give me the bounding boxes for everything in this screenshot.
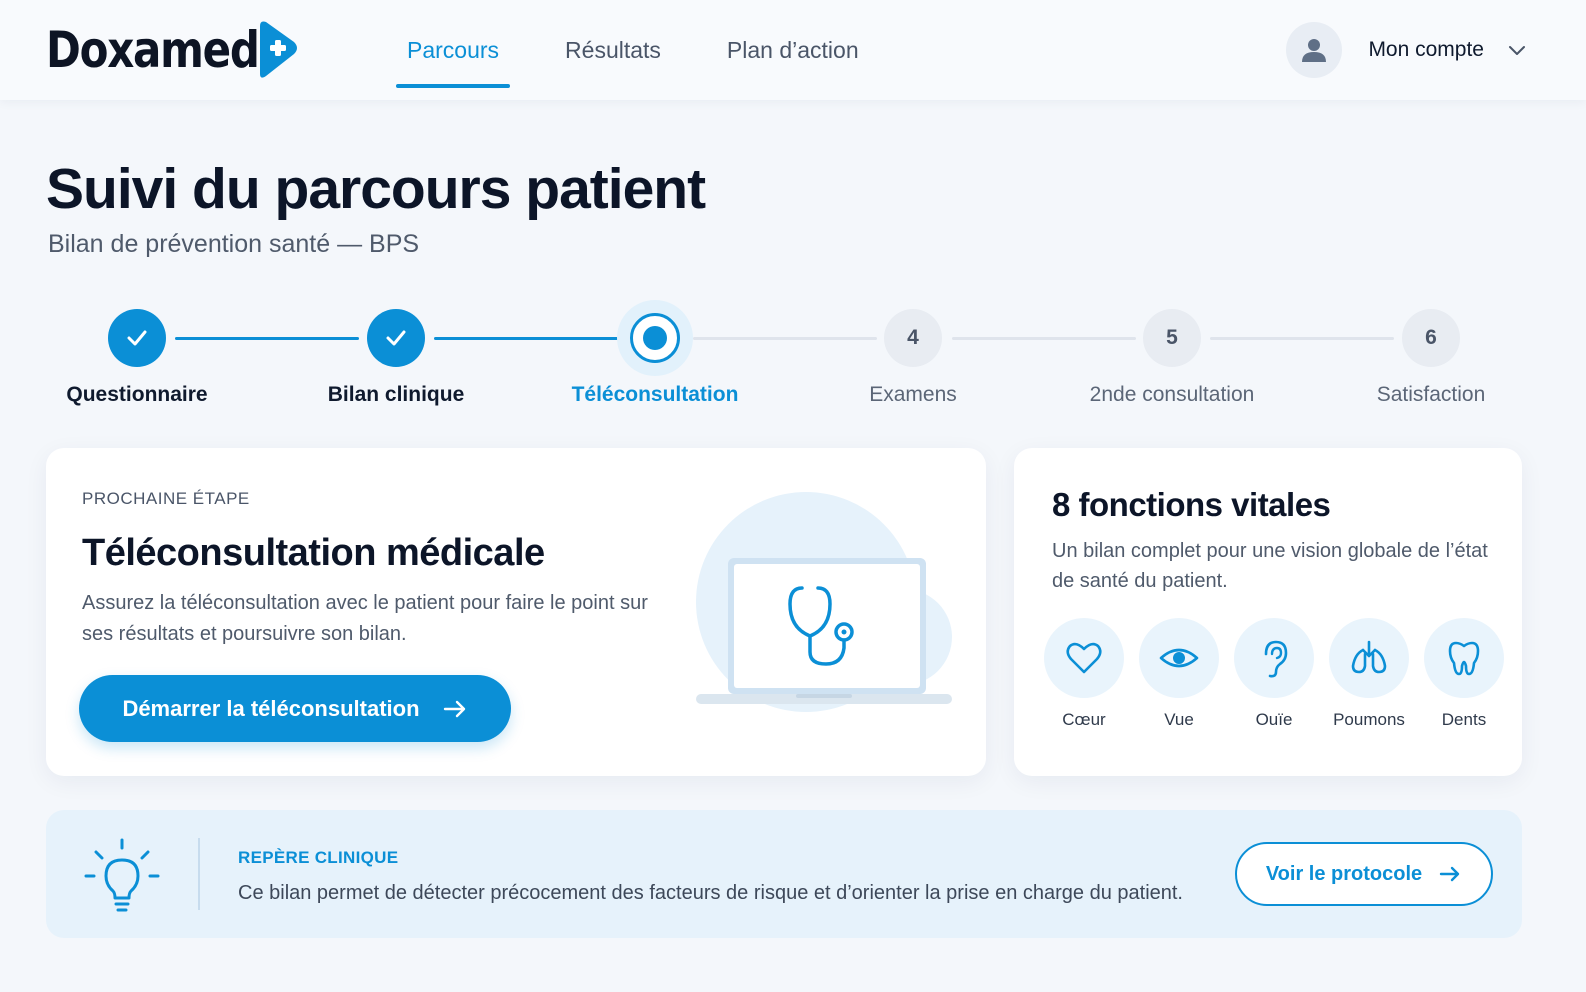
arrow-right-icon — [1439, 866, 1460, 882]
step-label: 2nde consultation — [1089, 383, 1255, 406]
start-teleconsultation-label: Démarrer la téléconsultation — [122, 695, 420, 721]
check-icon — [367, 309, 425, 367]
vital-functions-card: 8 fonctions vitales Un bilan complet pou… — [1014, 448, 1522, 776]
step-number: 6 — [1402, 309, 1460, 367]
view-protocol-button[interactable]: Voir le protocole — [1235, 842, 1493, 906]
ear-icon — [1234, 618, 1314, 698]
vital-label: Vue — [1164, 710, 1194, 729]
current-step-indicator — [617, 300, 693, 376]
step-teleconsultation[interactable]: Téléconsultation — [535, 300, 775, 407]
next-step-eyebrow: PROCHAINE ÉTAPE — [82, 489, 250, 508]
laptop-stethoscope-icon — [696, 492, 952, 712]
brand-name: Doxamed — [46, 21, 260, 79]
next-step-card: PROCHAINE ÉTAPE Téléconsultation médical… — [46, 448, 986, 776]
vital-label: Dents — [1441, 710, 1487, 729]
vital-label: Poumons — [1333, 710, 1405, 729]
tip-eyebrow: REPÈRE CLINIQUE — [238, 848, 399, 867]
main-nav: Parcours Résultats Plan d’action — [396, 0, 870, 100]
eye-icon — [1139, 618, 1219, 698]
step-examens[interactable]: 4 Examens — [793, 300, 1033, 407]
vitals-description: Un bilan complet pour une vision globale… — [1052, 540, 1488, 592]
page-subtitle: Bilan de prévention santé — BPS — [48, 230, 420, 258]
vitals-list: Cœur Vue Ouïe Poumons Dents — [1044, 618, 1504, 730]
vital-dents[interactable]: Dents — [1424, 618, 1504, 730]
top-navigation-bar: Doxamed Parcours Résultats Plan d’action… — [0, 0, 1586, 100]
vital-label: Ouïe — [1255, 710, 1293, 729]
vital-coeur[interactable]: Cœur — [1044, 618, 1124, 730]
step-2nde-consultation[interactable]: 5 2nde consultation — [1052, 300, 1292, 407]
check-icon — [108, 309, 166, 367]
vital-ouie[interactable]: Ouïe — [1234, 618, 1314, 730]
next-step-description: Assurez la téléconsultation avec le pati… — [82, 592, 648, 645]
account-menu[interactable]: Mon compte — [1286, 22, 1528, 78]
nav-tab-plan-action[interactable]: Plan d’action — [716, 0, 870, 100]
clinical-tip-banner: REPÈRE CLINIQUE Ce bilan permet de détec… — [46, 810, 1522, 938]
view-protocol-label: Voir le protocole — [1265, 862, 1423, 885]
nav-tab-parcours[interactable]: Parcours — [396, 0, 511, 100]
step-satisfaction[interactable]: 6 Satisfaction — [1311, 300, 1551, 407]
vital-poumons[interactable]: Poumons — [1329, 618, 1409, 730]
start-teleconsultation-button[interactable]: Démarrer la téléconsultation — [79, 675, 511, 742]
step-label: Examens — [869, 383, 957, 406]
step-label: Bilan clinique — [327, 383, 465, 406]
brand-logo[interactable]: Doxamed — [46, 20, 300, 80]
divider — [198, 838, 200, 910]
page-title: Suivi du parcours patient — [46, 157, 706, 221]
nav-tab-resultats[interactable]: Résultats — [554, 0, 672, 100]
step-number: 5 — [1143, 309, 1201, 367]
lightbulb-icon — [84, 838, 160, 912]
user-icon — [1286, 22, 1343, 78]
tip-text: Ce bilan permet de détecter précocement … — [238, 882, 1183, 904]
next-step-title: Téléconsultation médicale — [82, 532, 545, 574]
step-questionnaire[interactable]: Questionnaire — [17, 300, 257, 407]
vital-vue[interactable]: Vue — [1139, 618, 1219, 730]
account-label: Mon compte — [1368, 38, 1484, 61]
step-label: Questionnaire — [66, 383, 208, 406]
vital-label: Cœur — [1062, 710, 1106, 729]
journey-stepper: Questionnaire Bilan clinique Téléconsult… — [0, 300, 1586, 420]
medical-cross-icon — [260, 21, 297, 78]
vitals-title: 8 fonctions vitales — [1052, 486, 1331, 523]
step-number: 4 — [884, 309, 942, 367]
step-label: Satisfaction — [1376, 383, 1486, 406]
arrow-right-icon — [443, 700, 465, 717]
step-label: Téléconsultation — [571, 383, 739, 406]
chevron-down-icon — [1509, 46, 1525, 55]
lungs-icon — [1329, 618, 1409, 698]
tooth-icon — [1424, 618, 1504, 698]
heart-icon — [1044, 618, 1124, 698]
step-bilan-clinique[interactable]: Bilan clinique — [276, 300, 516, 407]
